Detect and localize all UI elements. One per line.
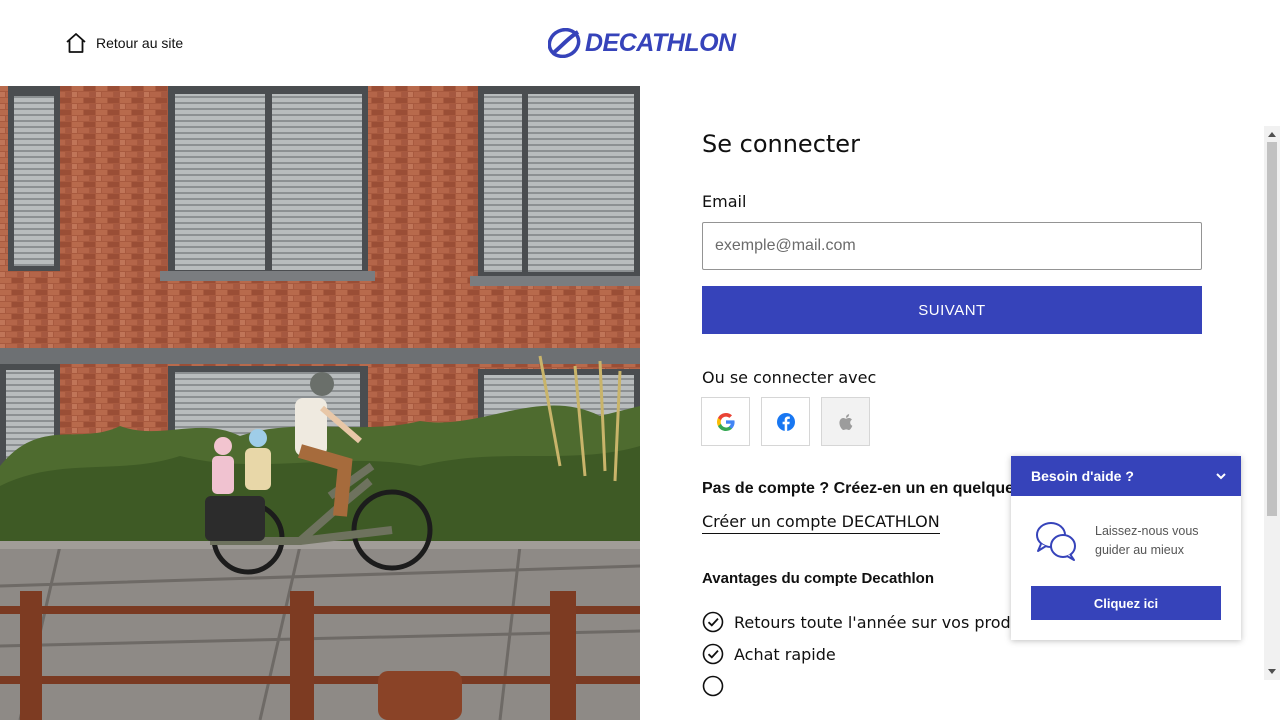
scroll-down-icon[interactable] [1268, 669, 1276, 674]
back-to-site-label: Retour au site [96, 35, 184, 51]
top-header: Retour au site DECATHLON [0, 0, 1280, 86]
scroll-thumb[interactable] [1267, 142, 1277, 516]
scroll-up-icon[interactable] [1268, 132, 1276, 137]
google-icon [716, 412, 735, 431]
chat-bubbles-icon [1036, 522, 1076, 561]
page-scrollbar[interactable] [1264, 126, 1280, 680]
social-login-label: Ou se connecter avec [702, 368, 877, 387]
benefit-item: Retours toute l'année sur vos produits [702, 611, 1040, 633]
check-circle-icon [702, 643, 724, 665]
help-widget-title: Besoin d'aide ? [1031, 468, 1134, 484]
benefit-item-partial [702, 675, 734, 697]
page-title: Se connecter [702, 130, 860, 158]
email-label: Email [702, 192, 747, 211]
benefit-item: Achat rapide [702, 643, 836, 665]
help-click-button[interactable]: Cliquez ici [1031, 586, 1221, 620]
apple-icon [838, 413, 852, 430]
help-widget-body: Laissez-nous vous guider au mieux Clique… [1011, 496, 1241, 640]
benefit-label: Retours toute l'année sur vos produits [734, 612, 1040, 632]
benefits-heading: Avantages du compte Decathlon [702, 570, 934, 587]
chevron-down-icon[interactable] [1215, 470, 1227, 482]
check-circle-icon [702, 611, 724, 633]
no-account-heading: Pas de compte ? Créez-en un en quelque [702, 480, 1015, 497]
decathlon-logo[interactable]: DECATHLON [548, 28, 736, 58]
benefit-label: Achat rapide [734, 644, 836, 664]
check-circle-icon [702, 675, 724, 697]
google-login-button[interactable] [701, 397, 750, 446]
decathlon-swoosh-icon [548, 28, 581, 58]
apple-login-button[interactable] [821, 397, 870, 446]
facebook-icon [776, 412, 795, 431]
next-button[interactable]: SUIVANT [702, 286, 1202, 334]
back-to-site-link[interactable]: Retour au site [64, 31, 183, 55]
create-account-link[interactable]: Créer un compte DECATHLON [702, 512, 940, 534]
hero-photo [0, 86, 640, 720]
email-field[interactable] [702, 222, 1202, 270]
help-widget-header[interactable]: Besoin d'aide ? [1011, 456, 1241, 496]
help-widget: Besoin d'aide ? Laissez-nous vous guider… [1011, 456, 1241, 640]
facebook-login-button[interactable] [761, 397, 810, 446]
logo-text: DECATHLON [585, 28, 736, 57]
help-widget-message: Laissez-nous vous guider au mieux [1095, 524, 1199, 557]
home-icon [66, 33, 86, 53]
